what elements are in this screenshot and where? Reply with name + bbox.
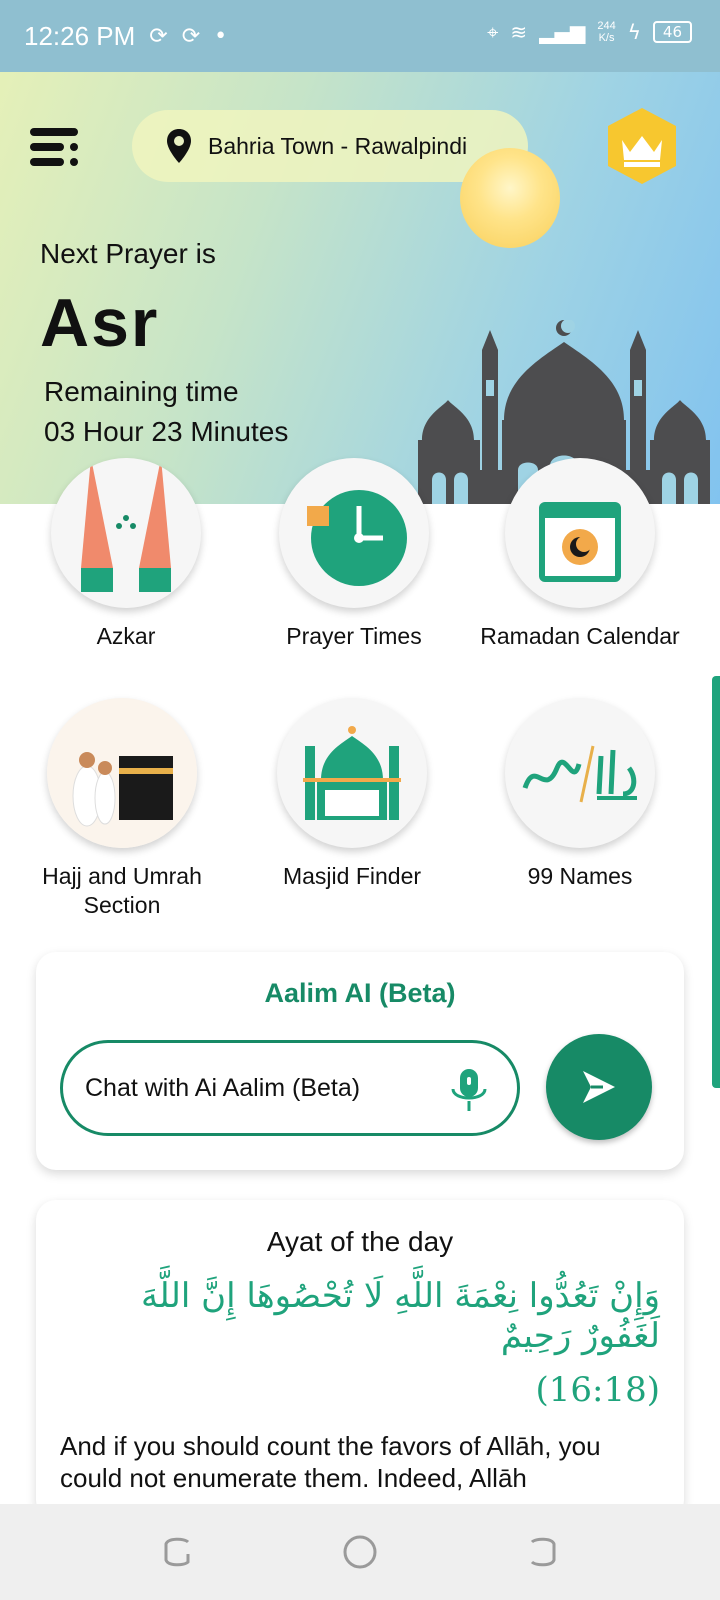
net-speed-value: 244 [597, 20, 616, 32]
scroll-indicator[interactable] [712, 676, 720, 1088]
battery-indicator: 46 [652, 21, 692, 43]
sun-illustration [460, 148, 560, 248]
recent-apps-icon[interactable] [160, 1534, 196, 1570]
feature-label: Ramadan Calendar [480, 623, 680, 649]
aalim-ai-card: Aalim AI (Beta) Chat with Ai Aalim (Beta… [36, 952, 684, 1170]
send-button[interactable] [546, 1034, 652, 1140]
location-status-icon: ⌖ [487, 20, 499, 44]
ayat-reference: (16:18) [535, 1370, 660, 1410]
feature-prayer-times[interactable]: Prayer Times [244, 458, 464, 651]
feature-masjid-finder[interactable]: Masjid Finder [242, 698, 462, 891]
location-text: Bahria Town - Rawalpindi [208, 132, 468, 159]
menu-line [30, 158, 64, 166]
next-prayer-name: Asr [40, 285, 160, 361]
menu-line [30, 143, 64, 151]
feature-label: Masjid Finder [282, 863, 422, 889]
menu-dot [70, 158, 78, 166]
next-prayer-label: Next Prayer is [40, 238, 216, 269]
ai-chat-placeholder: Chat with Ai Aalim (Beta) [85, 1073, 361, 1102]
charging-icon: ϟ [627, 20, 641, 44]
calendar-icon [505, 458, 655, 608]
wifi-icon: ≋ [510, 20, 528, 44]
hero-banner: Bahria Town - Rawalpindi Next Prayer is … [0, 72, 720, 504]
home-icon[interactable] [342, 1534, 378, 1570]
feature-ramadan-calendar[interactable]: Ramadan Calendar [470, 458, 690, 651]
feature-label: Hajj and Umrah Section [42, 863, 202, 918]
ai-chat-input[interactable]: Chat with Ai Aalim (Beta) [60, 1040, 520, 1136]
menu-dot [70, 128, 78, 136]
back-icon[interactable] [524, 1534, 560, 1570]
masjid-icon [277, 698, 427, 848]
ayat-arabic-text: وَإِنْ تَعُدُّوا نِعْمَةَ اللَّهِ لَا تُ… [141, 1276, 660, 1356]
premium-crown-button[interactable] [604, 106, 680, 186]
feature-99-names[interactable]: 99 Names [470, 698, 690, 891]
feature-label: Azkar [96, 623, 156, 649]
microphone-icon[interactable] [449, 1067, 489, 1113]
remaining-time-label: Remaining time [44, 376, 239, 407]
feature-label: 99 Names [527, 863, 633, 889]
system-nav-bar [0, 1504, 720, 1600]
feature-azkar[interactable]: Azkar [16, 458, 236, 651]
feature-label: Prayer Times [286, 623, 422, 649]
azkar-icon [51, 458, 201, 608]
kaaba-icon [47, 698, 197, 848]
status-right-icons: ⌖ ≋ ▂▄▆ 244 K/s ϟ 46 [487, 20, 692, 44]
ayat-translation: And if you should count the favors of Al… [60, 1431, 601, 1493]
notification-icons: ⟳⟳• [149, 23, 242, 49]
ayat-title: Ayat of the day [266, 1226, 454, 1257]
location-pin-icon [167, 129, 191, 163]
ai-card-title: Aalim AI (Beta) [264, 978, 456, 1008]
signal-icon: ▂▄▆ [539, 20, 586, 44]
send-icon [583, 1071, 615, 1103]
status-bar: 12:26 PM ⟳⟳• ⌖ ≋ ▂▄▆ 244 K/s ϟ 46 [0, 0, 720, 72]
remaining-time-value: 03 Hour 23 Minutes [44, 416, 289, 447]
ayat-of-the-day-card: Ayat of the day وَإِنْ تَعُدُّوا نِعْمَة… [36, 1200, 684, 1520]
calligraphy-icon [505, 698, 655, 848]
feature-hajj-umrah[interactable]: Hajj and Umrah Section [12, 698, 232, 920]
menu-button[interactable] [30, 128, 82, 168]
net-speed: 244 K/s [597, 20, 615, 44]
net-speed-unit: K/s [598, 32, 615, 44]
clock-icon [279, 458, 429, 608]
menu-dot [70, 143, 78, 151]
status-time: 12:26 PM [24, 20, 136, 51]
